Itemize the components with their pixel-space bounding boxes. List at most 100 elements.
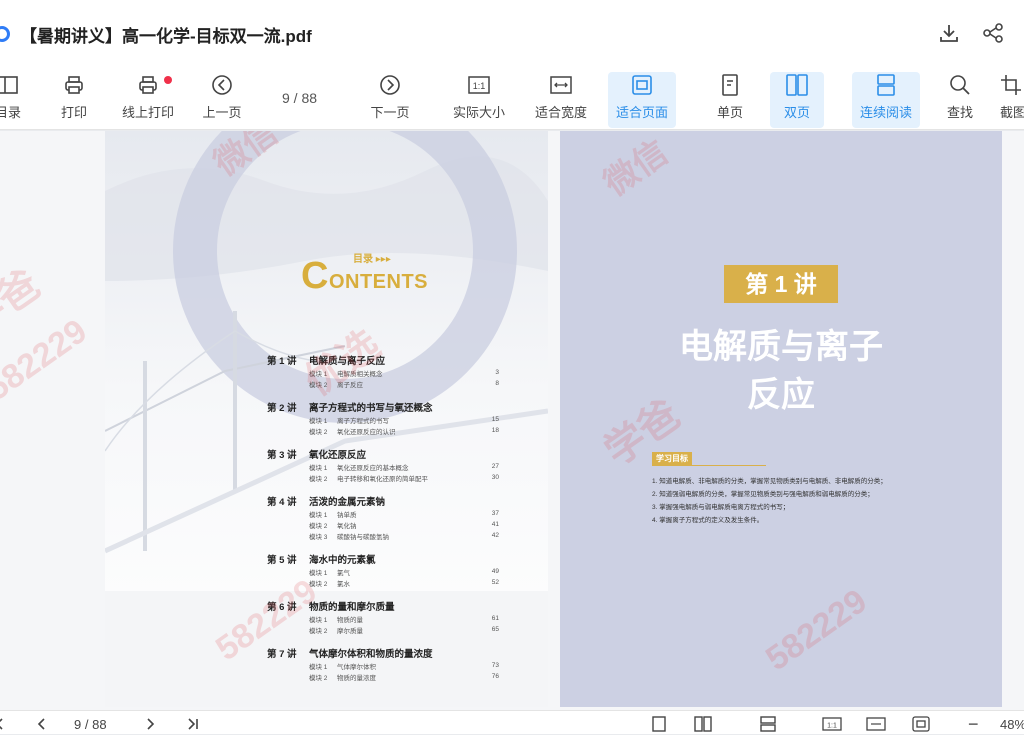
toc-chapter-title: 气体摩尔体积和物质的量浓度: [309, 649, 433, 660]
learning-goals-tag: 学习目标: [652, 452, 692, 465]
toc-chapter-title: 活泼的金属元素钠: [309, 497, 386, 508]
toc-module-page: 3: [495, 369, 499, 376]
toc-module-row[interactable]: 模块 2 氯水 52: [267, 577, 499, 588]
svg-text:1:1: 1:1: [827, 723, 837, 730]
document-viewer[interactable]: 目录 ▸▸▸ CONTENTS 第 1 讲电解质与离子反应 模块 1 电解质相关概念…: [0, 131, 1024, 710]
toc-module-page: 65: [491, 626, 499, 633]
toc-chapter-number: 第 6 讲: [267, 602, 297, 613]
catalog-icon: [0, 76, 18, 94]
fit-width-label: 适合宽度: [534, 105, 587, 120]
toc-module-name: 离子方程式的书写: [337, 417, 389, 425]
toc-chapter[interactable]: 第 5 讲 海水中的元素氯: [267, 552, 499, 566]
share-icon[interactable]: [982, 22, 1004, 44]
status-continuous-icon[interactable]: [760, 715, 776, 733]
next-circle-icon: [380, 75, 400, 95]
continuous-reading-button[interactable]: 连续阅读: [852, 72, 920, 128]
toc-chapter[interactable]: 第 6 讲 物质的量和摩尔质量: [267, 599, 499, 613]
zoom-level[interactable]: 48%: [1000, 715, 1024, 733]
toc-module-row[interactable]: 模块 3 碳酸钠与碳酸氢钠 42: [267, 530, 499, 541]
toc-chapter-number: 第 4 讲: [267, 497, 297, 508]
actual-size-label: 实际大小: [452, 105, 505, 120]
prev-page-button[interactable]: 上一页: [196, 72, 248, 128]
toc-module-row[interactable]: 模块 2 电子转移和氧化还原的简单配平 30: [267, 472, 499, 483]
status-double-page-icon[interactable]: [694, 715, 712, 733]
catalog-label: 目录: [0, 105, 21, 120]
learning-goals-list: 1. 知道电解质、非电解质的分类，掌握常见物质类别与电解质、非电解质的分类； 2.…: [652, 475, 952, 527]
toc-chapter[interactable]: 第 3 讲 氧化还原反应: [267, 447, 499, 461]
toc-module-mk: 模块 1: [309, 616, 328, 624]
status-page-indicator[interactable]: 9 / 88: [74, 715, 107, 733]
lecture-badge: 第 1 讲: [724, 265, 838, 303]
fit-width-button[interactable]: 适合宽度: [528, 72, 594, 128]
toc-module-row[interactable]: 模块 1 离子方程式的书写 15: [267, 414, 499, 425]
download-icon[interactable]: [938, 22, 960, 44]
toc-chapter-number: 第 7 讲: [267, 649, 297, 660]
current-page-input[interactable]: 9: [74, 717, 81, 732]
toc-module-page: 15: [491, 416, 499, 423]
first-page-icon[interactable]: [0, 715, 6, 733]
search-button[interactable]: 查找: [938, 72, 982, 128]
toc-module-row[interactable]: 模块 2 氧化钠 41: [267, 519, 499, 530]
double-page-button[interactable]: 双页: [770, 72, 824, 128]
toc-module-name: 氯气: [337, 569, 350, 577]
next-page-icon[interactable]: [144, 715, 156, 733]
toc-module-row[interactable]: 模块 2 离子反应 8: [267, 378, 499, 389]
toc-module-page: 27: [491, 463, 499, 470]
toc-module-row[interactable]: 模块 2 物质的量浓度 76: [267, 671, 499, 682]
search-icon: [950, 75, 970, 95]
toc-module-row[interactable]: 模块 1 物质的量 61: [267, 613, 499, 624]
toc-chapter[interactable]: 第 7 讲 气体摩尔体积和物质的量浓度: [267, 646, 499, 660]
toc-chapter-title: 物质的量和摩尔质量: [309, 602, 395, 613]
toc-module-mk: 模块 2: [309, 428, 328, 436]
toc-chapter[interactable]: 第 1 讲 电解质与离子反应: [267, 353, 499, 367]
online-print-button[interactable]: 线上打印: [112, 72, 184, 128]
print-label: 打印: [60, 105, 87, 120]
last-page-icon[interactable]: [186, 715, 200, 733]
toc-module-name: 电解质相关概念: [337, 370, 383, 378]
toc-chapter[interactable]: 第 2 讲 离子方程式的书写与氧还概念: [267, 400, 499, 414]
catalog-button[interactable]: 目录: [0, 72, 30, 128]
zoom-out-button[interactable]: −: [968, 714, 979, 734]
status-fit-page-icon[interactable]: [912, 715, 930, 733]
status-single-page-icon[interactable]: [652, 715, 666, 733]
title-bar: 【暑期讲义】高一化学-目标双一流.pdf: [0, 0, 1024, 66]
screenshot-button[interactable]: 截图: [1000, 72, 1024, 128]
toc-module-page: 52: [491, 579, 499, 586]
watermark: 学爸: [0, 262, 48, 345]
toc-module-mk: 模块 2: [309, 674, 328, 682]
learning-goal-item: 3. 掌握强电解质与弱电解质电离方程式的书写；: [652, 504, 790, 511]
print-button[interactable]: 打印: [52, 72, 96, 128]
prev-page-icon[interactable]: [36, 715, 48, 733]
toc-chapter[interactable]: 第 4 讲 活泼的金属元素钠: [267, 494, 499, 508]
toc-module-row[interactable]: 模块 1 电解质相关概念 3: [267, 367, 499, 378]
toc-module-name: 电子转移和氧化还原的简单配平: [337, 475, 428, 483]
page-indicator[interactable]: 9 / 88: [282, 90, 317, 106]
toc-module-name: 气体摩尔体积: [337, 663, 376, 671]
prev-page-label: 上一页: [202, 105, 242, 120]
toc-module-page: 18: [491, 427, 499, 434]
status-actual-size-icon[interactable]: 1:1: [822, 715, 842, 733]
single-page-button[interactable]: 单页: [706, 72, 754, 128]
toc-module-page: 73: [491, 662, 499, 669]
toc-module-mk: 模块 1: [309, 511, 328, 519]
online-printer-icon: [139, 76, 157, 94]
screenshot-icon: [1001, 75, 1021, 95]
toc-module-page: 30: [491, 474, 499, 481]
watermark: 582229: [0, 311, 94, 409]
single-page-label: 单页: [716, 105, 743, 120]
fit-page-button[interactable]: 适合页面: [608, 72, 676, 128]
single-page-icon: [722, 74, 738, 96]
lecture-title-line2: 反应: [747, 376, 815, 414]
learning-goal-item: 4. 掌握离子方程式的定义及发生条件。: [652, 517, 764, 524]
total-pages: / 88: [84, 716, 107, 732]
actual-size-button[interactable]: 1:1 实际大小: [446, 72, 512, 128]
status-fit-width-icon[interactable]: [866, 715, 886, 733]
toc-module-name: 氯水: [337, 580, 350, 588]
toc-module-row[interactable]: 模块 1 氧化还原反应的基本概念 27: [267, 461, 499, 472]
next-page-button[interactable]: 下一页: [364, 72, 416, 128]
toc-module-row[interactable]: 模块 2 摩尔质量 65: [267, 624, 499, 635]
toc-module-row[interactable]: 模块 1 氯气 49: [267, 566, 499, 577]
toc-module-row[interactable]: 模块 1 钠单质 37: [267, 508, 499, 519]
toc-module-row[interactable]: 模块 1 气体摩尔体积 73: [267, 660, 499, 671]
toc-module-row[interactable]: 模块 2 氧化还原反应的认识 18: [267, 425, 499, 436]
